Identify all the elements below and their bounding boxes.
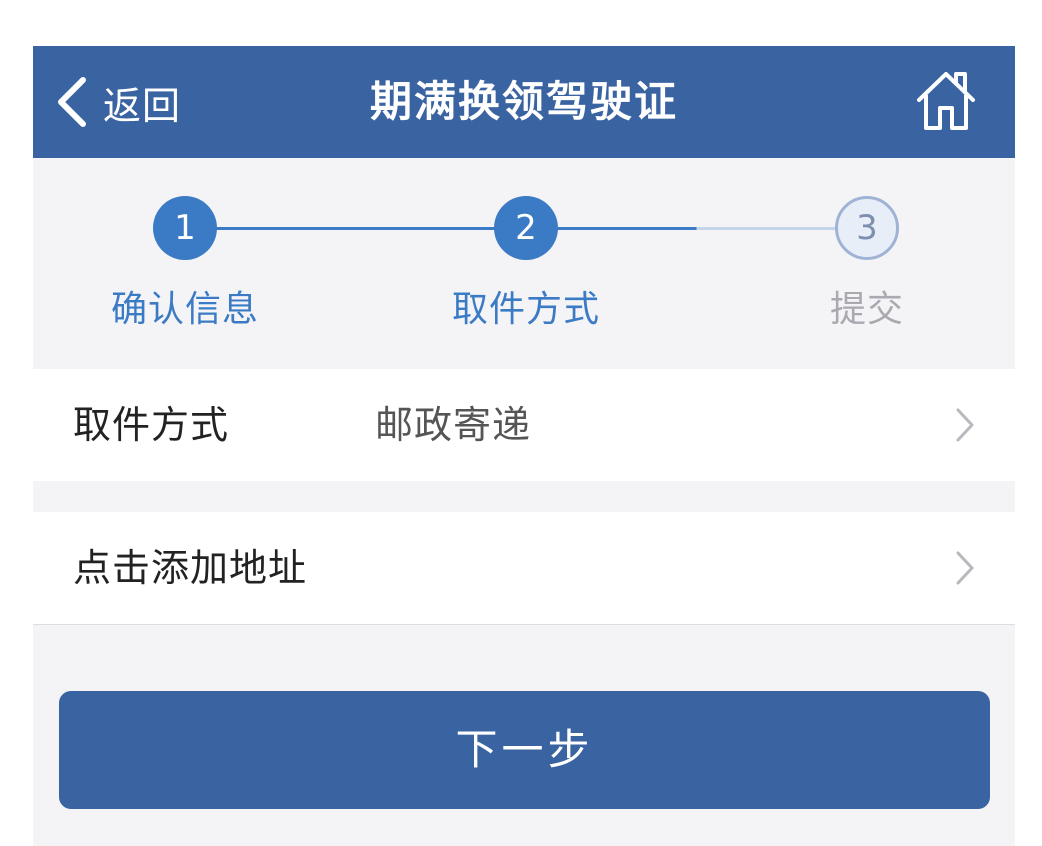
app-screen: 返回 期满换领驾驶证 1 2 3 确认信息 取件方式 提交 取件方式 邮政寄递 … (33, 46, 1015, 846)
next-step-button[interactable]: 下一步 (59, 691, 990, 809)
pickup-method-row[interactable]: 取件方式 邮政寄递 (33, 369, 1015, 481)
chevron-right-icon (956, 551, 974, 585)
progress-stepper: 1 2 3 确认信息 取件方式 提交 (33, 158, 1015, 368)
step-2-circle: 2 (494, 196, 558, 260)
step-3-circle: 3 (835, 196, 899, 260)
pickup-method-label: 取件方式 (73, 403, 230, 447)
step-3-label: 提交 (829, 289, 904, 330)
add-address-label: 点击添加地址 (73, 546, 308, 590)
navigation-bar: 返回 期满换领驾驶证 (33, 46, 1015, 158)
step-connector-2 (526, 227, 867, 230)
step-connector-1 (185, 227, 526, 230)
back-label: 返回 (103, 83, 182, 128)
chevron-right-icon (956, 408, 974, 442)
chevron-left-icon (58, 77, 86, 127)
step-1-circle: 1 (153, 196, 217, 260)
step-1-label: 确认信息 (110, 289, 259, 330)
pickup-method-value: 邮政寄递 (375, 403, 532, 447)
back-button[interactable]: 返回 (53, 70, 181, 134)
home-icon[interactable] (915, 68, 977, 132)
step-2-label: 取件方式 (451, 289, 600, 330)
add-address-row[interactable]: 点击添加地址 (33, 512, 1015, 625)
